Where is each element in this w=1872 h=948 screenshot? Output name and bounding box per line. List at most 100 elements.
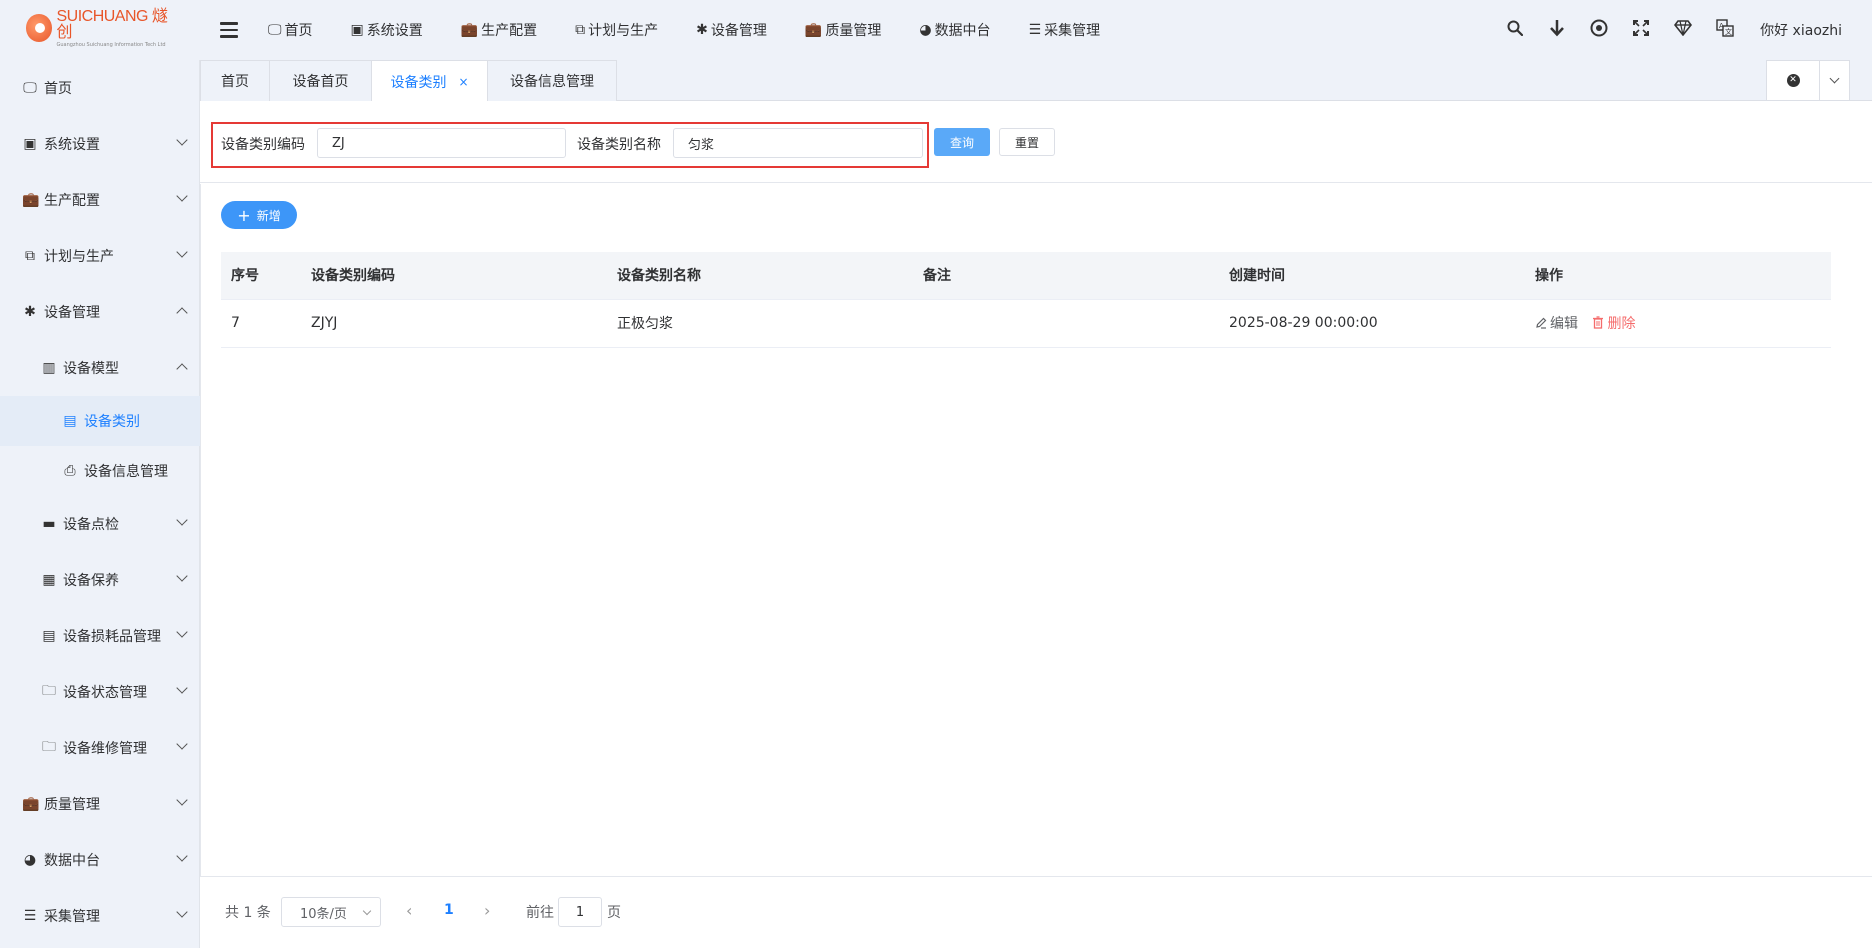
user-greeting[interactable]: 你好 xiaozhi <box>1760 20 1842 40</box>
chevron-down-icon <box>176 626 188 638</box>
database-icon: ☰ <box>23 908 37 924</box>
close-all-tabs-button[interactable]: ✕ <box>1767 61 1819 100</box>
table-header-row: 序号 设备类别编码 设备类别名称 备注 创建时间 操作 <box>221 252 1831 300</box>
sidebar-item-system-settings[interactable]: ▣ 系统设置 <box>0 116 200 172</box>
svg-text:文: 文 <box>1725 27 1732 36</box>
card-icon: ▬ <box>42 516 56 532</box>
category-code-input[interactable] <box>317 128 566 158</box>
sidebar-item-equipment-info[interactable]: ⎙ 设备信息管理 <box>0 446 200 496</box>
sidebar-item-equipment-category[interactable]: ▤ 设备类别 <box>0 396 200 446</box>
briefcase-icon: 💼 <box>804 22 823 38</box>
edit-button[interactable]: 编辑 <box>1535 316 1578 332</box>
topnav-home[interactable]: 🖵 首页 <box>268 20 313 40</box>
logo-mark-icon <box>26 14 53 42</box>
chevron-up-icon <box>176 307 188 319</box>
chevron-down-icon <box>1829 73 1840 84</box>
pagination-total: 共 1 条 <box>225 905 271 921</box>
search-icon[interactable] <box>1506 20 1524 41</box>
printer-icon: ⎙ <box>64 463 76 479</box>
database-icon: ☰ <box>1028 22 1042 38</box>
sidebar-item-collection[interactable]: ☰ 采集管理 <box>0 888 200 944</box>
translate-icon[interactable]: A文 <box>1716 18 1734 42</box>
topnav-collection[interactable]: ☰ 采集管理 <box>1029 20 1101 40</box>
topnav-planning[interactable]: ⧉ 计划与生产 <box>575 20 658 40</box>
sidebar-item-production-config[interactable]: 💼 生产配置 <box>0 172 200 228</box>
prev-page-button[interactable]: ‹ <box>406 901 412 920</box>
sidebar-item-consumables[interactable]: ▤ 设备损耗品管理 <box>0 608 200 664</box>
chevron-down-icon <box>176 794 188 806</box>
sidebar-item-maintenance[interactable]: ▦ 设备保养 <box>0 552 200 608</box>
chevron-up-icon <box>176 363 188 375</box>
sidebar-item-planning[interactable]: ⧉ 计划与生产 <box>0 228 200 284</box>
close-icon[interactable]: × <box>458 75 468 89</box>
topnav-production-config[interactable]: 💼 生产配置 <box>461 20 537 40</box>
goto-page-input[interactable] <box>558 897 602 927</box>
fullscreen-icon[interactable] <box>1632 19 1650 41</box>
list-icon: ▤ <box>42 628 56 644</box>
pie-chart-icon: ◕ <box>23 852 37 868</box>
reset-button[interactable]: 重置 <box>999 128 1055 156</box>
goto-label: 前往 <box>526 905 554 921</box>
sidebar-item-inspection[interactable]: ▬ 设备点检 <box>0 496 200 552</box>
sidebar-item-repair[interactable]: 🗀 设备维修管理 <box>0 720 200 776</box>
header-actions: A文 你好 xiaozhi <box>1482 0 1842 60</box>
user-card-icon: ▣ <box>350 22 364 38</box>
user-card-icon: ▣ <box>23 136 37 152</box>
column-header: 备注 <box>913 252 1219 300</box>
column-header: 创建时间 <box>1219 252 1525 300</box>
tab-equipment-category[interactable]: 设备类别 × <box>371 60 488 102</box>
tab-equipment-info[interactable]: 设备信息管理 <box>487 60 617 101</box>
record-circle-icon[interactable] <box>1590 19 1608 42</box>
column-header: 设备类别编码 <box>301 252 607 300</box>
chevron-down-icon <box>176 682 188 694</box>
sidebar-item-equipment[interactable]: ✱ 设备管理 <box>0 284 200 340</box>
close-circle-icon: ✕ <box>1786 74 1800 87</box>
top-navigation: 🖵 首页 ▣ 系统设置 💼 生产配置 ⧉ 计划与生产 ✱ 设备管理 💼 质量管理 ◕ 数据中台… <box>268 0 1138 60</box>
category-name-input[interactable] <box>673 128 923 158</box>
page-number-current[interactable]: 1 <box>444 902 454 918</box>
query-button[interactable]: 查询 <box>934 128 990 156</box>
delete-button[interactable]: 删除 <box>1592 316 1635 332</box>
top-header: SUICHUANG 燧创 Guangzhou Suichuang Informa… <box>0 0 1872 60</box>
download-arrow-icon[interactable] <box>1548 19 1566 42</box>
topnav-data-center[interactable]: ◕ 数据中台 <box>919 20 990 40</box>
sidebar-item-status[interactable]: 🗀 设备状态管理 <box>0 664 200 720</box>
sidebar-item-data-center[interactable]: ◕ 数据中台 <box>0 832 200 888</box>
tab-equipment-home[interactable]: 设备首页 <box>269 60 372 101</box>
topnav-equipment[interactable]: ✱ 设备管理 <box>696 20 767 40</box>
topnav-quality[interactable]: 💼 质量管理 <box>805 20 881 40</box>
sidebar-item-equipment-model[interactable]: ▥ 设备模型 <box>0 340 200 396</box>
edit-icon <box>1536 317 1547 329</box>
menu-toggle-icon[interactable] <box>220 22 238 38</box>
sidebar-item-quality[interactable]: 💼 质量管理 <box>0 776 200 832</box>
next-page-button[interactable]: › <box>484 901 490 920</box>
category-table: 序号 设备类别编码 设备类别名称 备注 创建时间 操作 7 ZJYJ 正极匀浆 … <box>221 252 1831 348</box>
sidebar-item-home[interactable]: 🖵 首页 <box>0 60 200 116</box>
chevron-down-icon <box>176 190 188 202</box>
add-button[interactable]: + 新增 <box>221 201 297 229</box>
tab-menu-dropdown[interactable] <box>1819 61 1849 100</box>
folder-icon: 🗀 <box>42 739 56 755</box>
category-code-label: 设备类别编码 <box>221 137 305 153</box>
page-size-select[interactable]: 10条/页 <box>281 897 381 927</box>
chevron-down-icon <box>176 246 188 258</box>
chevron-down-icon <box>362 906 372 916</box>
page-suffix-label: 页 <box>607 905 621 921</box>
chevron-down-icon <box>176 570 188 582</box>
cell-code: ZJYJ <box>301 299 607 348</box>
server-list-icon: ▤ <box>63 413 77 429</box>
cell-created: 2025-08-29 00:00:00 <box>1219 299 1525 348</box>
chevron-down-icon <box>176 738 188 750</box>
tab-home[interactable]: 首页 <box>200 60 270 101</box>
asterisk-icon: ✱ <box>24 304 36 320</box>
cell-name: 正极匀浆 <box>607 299 913 348</box>
briefcase-icon: 💼 <box>460 22 479 38</box>
logo-subtitle: Guangzhou Suichuang Information Tech Ltd <box>56 41 166 48</box>
topnav-system-settings[interactable]: ▣ 系统设置 <box>351 20 423 40</box>
tab-controls: ✕ <box>1766 60 1850 101</box>
copy-icon: ⧉ <box>575 22 586 38</box>
briefcase-icon: 💼 <box>22 192 40 208</box>
category-name-label: 设备类别名称 <box>577 137 661 153</box>
column-header: 操作 <box>1525 252 1831 300</box>
diamond-icon[interactable] <box>1674 19 1693 41</box>
